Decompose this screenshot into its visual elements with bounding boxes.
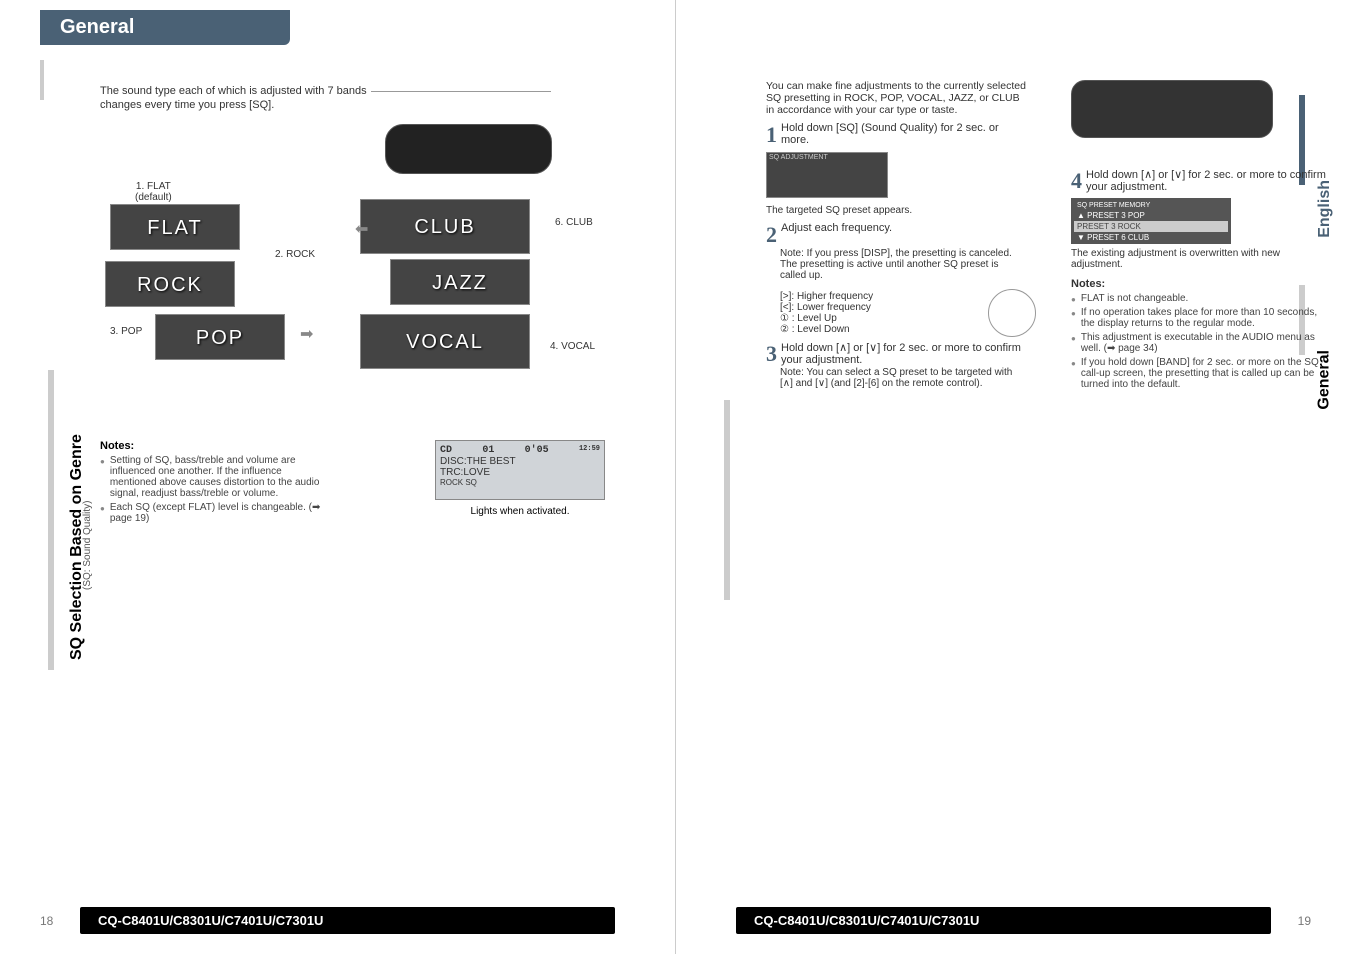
page-number: 19 — [1291, 914, 1311, 928]
step-number: 1 — [766, 122, 777, 148]
section-header: General — [40, 10, 290, 45]
tile-label: ROCK — [108, 264, 232, 306]
display-trc: TRC:LOVE — [440, 467, 600, 478]
tile-label: FLAT — [113, 207, 237, 249]
head-unit-illustration — [1071, 80, 1273, 138]
page-number: 18 — [40, 914, 60, 928]
note-item: If no operation takes place for more tha… — [1071, 307, 1331, 329]
intro-text: The sound type each of which is adjusted… — [100, 85, 615, 97]
note-item: FLAT is not changeable. — [1071, 293, 1331, 304]
screen-header: SQ PRESET MEMORY — [1074, 201, 1228, 210]
caption: (default) — [135, 192, 172, 203]
step-number: 3 — [766, 341, 777, 367]
tile-label: VOCAL — [363, 317, 527, 367]
display-sq: ROCK SQ — [440, 478, 600, 487]
tile-caption-rock: 2. ROCK — [275, 249, 315, 260]
display-cd: CD — [440, 445, 452, 456]
step-note: Note: You can select a SQ preset to be t… — [766, 367, 1026, 389]
step-3: 3 Hold down [∧] or [∨] for 2 sec. or mor… — [766, 341, 1026, 367]
step-after: The targeted SQ preset appears. — [766, 205, 1026, 216]
arrow-left-icon: ⬅ — [355, 219, 368, 239]
note-item: Setting of SQ, bass/treble and volume ar… — [100, 455, 330, 499]
preset-row-selected: PRESET 3 ROCK — [1074, 221, 1228, 232]
sq-adjust-screen: SQ ADJUSTMENT — [766, 152, 888, 198]
step-2: 2 Adjust each frequency. — [766, 222, 1026, 248]
step-note: Note: If you press [DISP], the presettin… — [766, 248, 1026, 281]
tile-vocal: VOCAL — [360, 314, 530, 369]
step-text: Hold down [∧] or [∨] for 2 sec. or more … — [781, 341, 1026, 366]
level-down-label: ② : Level Down — [780, 324, 1026, 335]
preset-row: ▲ PRESET 3 POP — [1074, 210, 1228, 221]
tile-caption-flat: 1. FLAT (default) — [135, 181, 172, 203]
preset-row: ▼ PRESET 6 CLUB — [1074, 232, 1228, 243]
caption: 1. FLAT — [136, 181, 171, 192]
arrow-right-icon: ➡ — [300, 324, 313, 344]
sq-cycle-diagram: 1. FLAT (default) FLAT 2. ROCK ROCK 3. P… — [100, 119, 615, 344]
intro-text: changes every time you press [SQ]. — [100, 99, 615, 111]
side-subtitle: (SQ: Sound Quality) — [82, 501, 93, 590]
display-panel: CD 01 0'05 12:59 DISC:THE BEST TRC:LOVE … — [435, 440, 605, 517]
display-time: 0'05 — [525, 445, 549, 456]
notes-heading: Notes: — [1071, 278, 1331, 290]
tile-label: JAZZ — [393, 262, 527, 304]
head-unit-illustration — [385, 124, 552, 174]
note-item: Each SQ (except FLAT) level is changeabl… — [100, 502, 330, 524]
tile-caption-club: 6. CLUB — [555, 217, 593, 228]
tile-club: CLUB — [360, 199, 530, 254]
display-clock: 12:59 — [579, 445, 600, 456]
step-text: Hold down [SQ] (Sound Quality) for 2 sec… — [781, 122, 1026, 146]
note-item: If you hold down [BAND] for 2 sec. or mo… — [1071, 357, 1331, 390]
display-screen: CD 01 0'05 12:59 DISC:THE BEST TRC:LOVE … — [435, 440, 605, 500]
tile-caption-pop: 3. POP — [110, 326, 142, 337]
intro-text: You can make fine adjustments to the cur… — [766, 80, 1026, 116]
step-number: 2 — [766, 222, 777, 248]
tile-label: CLUB — [363, 202, 527, 252]
decor-bar — [724, 400, 730, 600]
arrow-right-label: [>]: Higher frequency — [780, 291, 1026, 302]
note-item: This adjustment is executable in the AUD… — [1071, 332, 1331, 354]
model-number: CQ-C8401U/C8301U/C7401U/C7301U — [80, 907, 615, 934]
step-number: 4 — [1071, 168, 1082, 194]
tile-label: POP — [158, 317, 282, 359]
step-after: The existing adjustment is overwritten w… — [1071, 248, 1331, 270]
step-1: 1 Hold down [SQ] (Sound Quality) for 2 s… — [766, 122, 1026, 148]
tile-rock: ROCK — [105, 261, 235, 307]
lights-caption: Lights when activated. — [435, 506, 605, 517]
decor-bar — [40, 60, 44, 100]
step-text: Adjust each frequency. — [781, 222, 892, 234]
step-4: 4 Hold down [∧] or [∨] for 2 sec. or mor… — [1071, 168, 1331, 194]
notes-heading: Notes: — [100, 440, 330, 452]
tile-flat: FLAT — [110, 204, 240, 250]
decor-bar — [48, 370, 54, 670]
tile-jazz: JAZZ — [390, 259, 530, 305]
knob-icon — [988, 289, 1036, 337]
display-disc: DISC:THE BEST — [440, 456, 600, 467]
preset-memory-screen: SQ PRESET MEMORY ▲ PRESET 3 POP PRESET 3… — [1071, 198, 1231, 244]
step-text: Hold down [∧] or [∨] for 2 sec. or more … — [1086, 168, 1331, 193]
model-number: CQ-C8401U/C8301U/C7401U/C7301U — [736, 907, 1271, 934]
display-trk: 01 — [482, 445, 494, 456]
tile-caption-vocal: 4. VOCAL — [550, 341, 595, 352]
tile-pop: POP — [155, 314, 285, 360]
